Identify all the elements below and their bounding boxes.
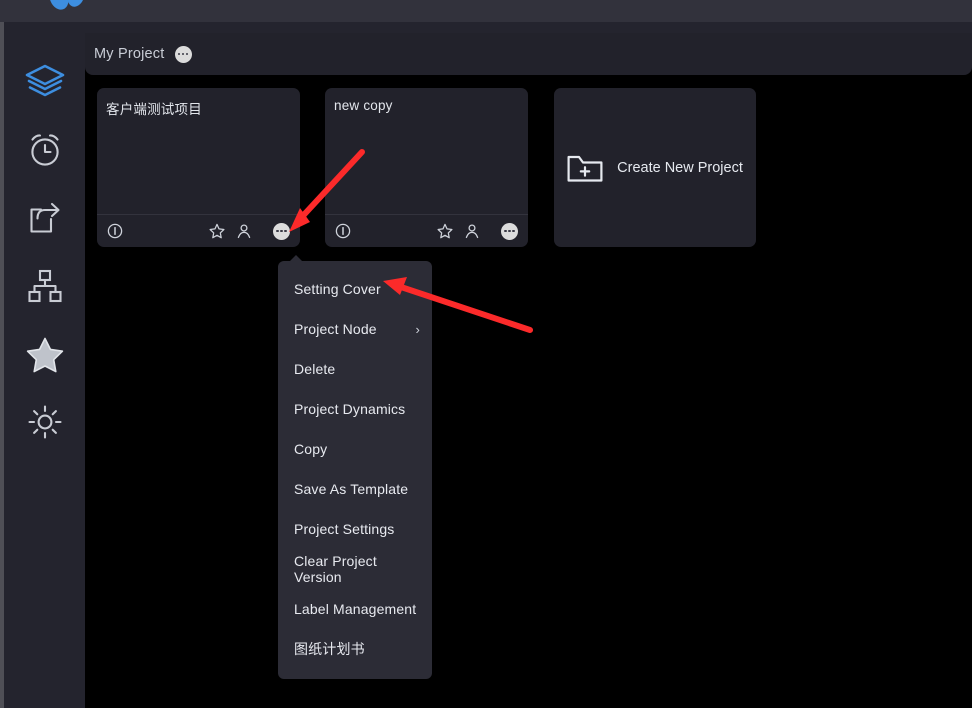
chevron-right-icon: ›	[415, 321, 420, 337]
menu-item-label: Clear Project Version	[294, 553, 377, 585]
project-bar-more-button[interactable]	[174, 45, 192, 63]
gear-icon	[27, 405, 62, 439]
create-new-project-card[interactable]: Create New Project	[554, 88, 756, 247]
sidebar-item-favorites[interactable]	[17, 320, 73, 388]
menu-item-label: Delete	[294, 361, 336, 377]
menu-item-label: Save As Template	[294, 481, 409, 497]
clock-alarm-icon	[30, 134, 59, 166]
project-context-menu: Setting Cover Project Node › Delete Proj…	[278, 255, 432, 679]
menu-item-label-management[interactable]: Label Management	[278, 589, 432, 629]
menu-item-label: Setting Cover	[294, 281, 381, 297]
menu-item-label: Project Dynamics	[294, 401, 406, 417]
info-circle-icon[interactable]	[335, 223, 351, 239]
ellipsis-dot	[508, 229, 511, 233]
members-icon[interactable]	[464, 223, 480, 239]
ellipsis-dot	[177, 52, 181, 56]
ellipsis-dot	[185, 52, 189, 56]
menu-item-label: 图纸计划书	[294, 641, 365, 657]
star-outline-icon[interactable]	[209, 223, 225, 239]
ellipsis-dot	[512, 229, 515, 233]
menu-item-label: Project Settings	[294, 521, 395, 537]
project-card-cover	[97, 118, 300, 214]
project-card[interactable]: new copy	[325, 88, 528, 247]
project-bar: My Project	[85, 33, 972, 75]
ellipsis-dot	[181, 52, 185, 56]
left-sidebar	[4, 22, 85, 708]
menu-item-clear-project-version[interactable]: Clear Project Version	[278, 549, 432, 589]
context-menu-caret	[289, 255, 303, 262]
project-card[interactable]: 客户端测试项目	[97, 88, 300, 247]
project-card-more-button[interactable]	[501, 222, 518, 240]
sidebar-item-share[interactable]	[17, 184, 73, 252]
project-card-footer	[325, 214, 528, 247]
menu-item-label: Copy	[294, 441, 328, 457]
project-card-title: 客户端测试项目	[106, 102, 202, 117]
brand-leaf-logo	[49, 0, 85, 10]
info-circle-icon[interactable]	[107, 223, 123, 239]
menu-item-project-settings[interactable]: Project Settings	[278, 509, 432, 549]
project-card-title: new copy	[334, 98, 393, 113]
menu-item-label: Label Management	[294, 601, 417, 617]
menu-item-label: Project Node	[294, 321, 377, 337]
browser-top-strip	[0, 0, 972, 22]
menu-item-project-dynamics[interactable]: Project Dynamics	[278, 389, 432, 429]
project-card-cover	[325, 113, 528, 214]
menu-item-copy[interactable]: Copy	[278, 429, 432, 469]
page-title: My Project	[94, 46, 165, 62]
ellipsis-dot	[280, 229, 283, 233]
ellipsis-dot	[276, 229, 279, 233]
menu-item-drawing-plan[interactable]: 图纸计划书	[278, 629, 432, 669]
sidebar-item-layers[interactable]	[17, 48, 73, 116]
sitemap-icon	[27, 269, 62, 303]
folder-plus-icon	[567, 155, 603, 182]
menu-item-save-as-template[interactable]: Save As Template	[278, 469, 432, 509]
menu-item-setting-cover[interactable]: Setting Cover	[278, 269, 432, 309]
app-root: My Project 客户端测试项目 new copy Create New P…	[0, 0, 972, 708]
sidebar-item-settings[interactable]	[17, 388, 73, 456]
ellipsis-dot	[504, 229, 507, 233]
menu-item-project-node[interactable]: Project Node ›	[278, 309, 432, 349]
menu-item-delete[interactable]: Delete	[278, 349, 432, 389]
ellipsis-dot	[284, 229, 287, 233]
create-new-project-label: Create New Project	[617, 159, 743, 176]
sidebar-item-recent[interactable]	[17, 116, 73, 184]
star-filled-icon	[26, 337, 63, 372]
star-outline-icon[interactable]	[437, 223, 453, 239]
project-card-footer	[97, 214, 300, 247]
project-card-more-button[interactable]	[273, 222, 290, 240]
members-icon[interactable]	[236, 223, 252, 239]
sidebar-item-structure[interactable]	[17, 252, 73, 320]
share-export-icon	[29, 202, 60, 233]
layers-icon	[25, 64, 64, 97]
